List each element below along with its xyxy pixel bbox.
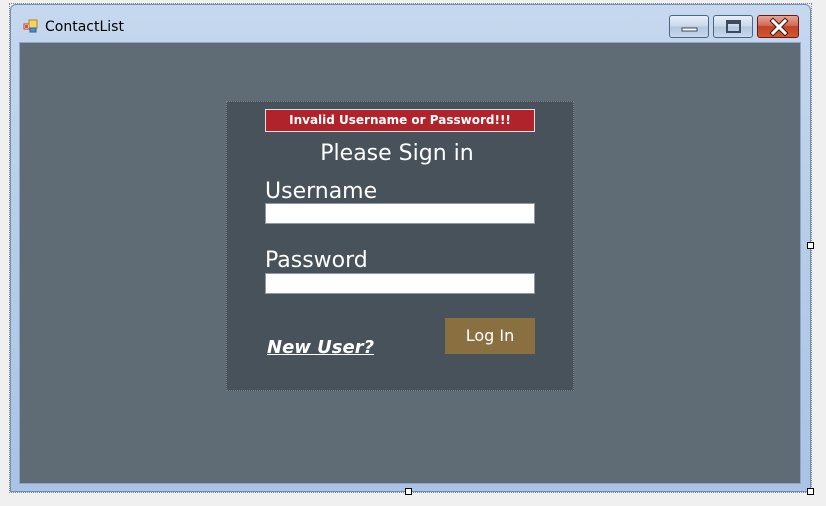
password-input[interactable] bbox=[265, 273, 535, 294]
new-user-link[interactable]: New User? bbox=[267, 336, 374, 360]
sign-in-heading: Please Sign in bbox=[320, 141, 474, 166]
form-client-area: Invalid Username or Password!!! Please S… bbox=[19, 42, 801, 484]
maximize-button[interactable] bbox=[713, 15, 753, 38]
resize-handle-bottom[interactable] bbox=[405, 488, 412, 495]
username-label: Username bbox=[265, 179, 378, 204]
error-message-banner: Invalid Username or Password!!! bbox=[265, 109, 535, 132]
close-icon bbox=[769, 17, 789, 37]
title-bar[interactable]: ContactList bbox=[11, 5, 810, 43]
login-panel: Invalid Username or Password!!! Please S… bbox=[226, 101, 574, 391]
login-button[interactable]: Log In bbox=[445, 318, 535, 354]
maximize-icon bbox=[726, 20, 741, 33]
window-title: ContactList bbox=[45, 19, 124, 35]
resize-handle-right[interactable] bbox=[807, 242, 814, 249]
username-input[interactable] bbox=[265, 203, 535, 224]
minimize-icon bbox=[681, 27, 698, 32]
designer-surface: ContactList Invalid Username or Password… bbox=[0, 0, 826, 506]
contactlist-window: ContactList Invalid Username or Password… bbox=[10, 4, 811, 492]
close-button[interactable] bbox=[757, 15, 799, 38]
form-icon bbox=[23, 18, 39, 34]
minimize-button[interactable] bbox=[669, 15, 709, 38]
resize-handle-corner[interactable] bbox=[807, 488, 814, 495]
password-label: Password bbox=[265, 248, 368, 273]
